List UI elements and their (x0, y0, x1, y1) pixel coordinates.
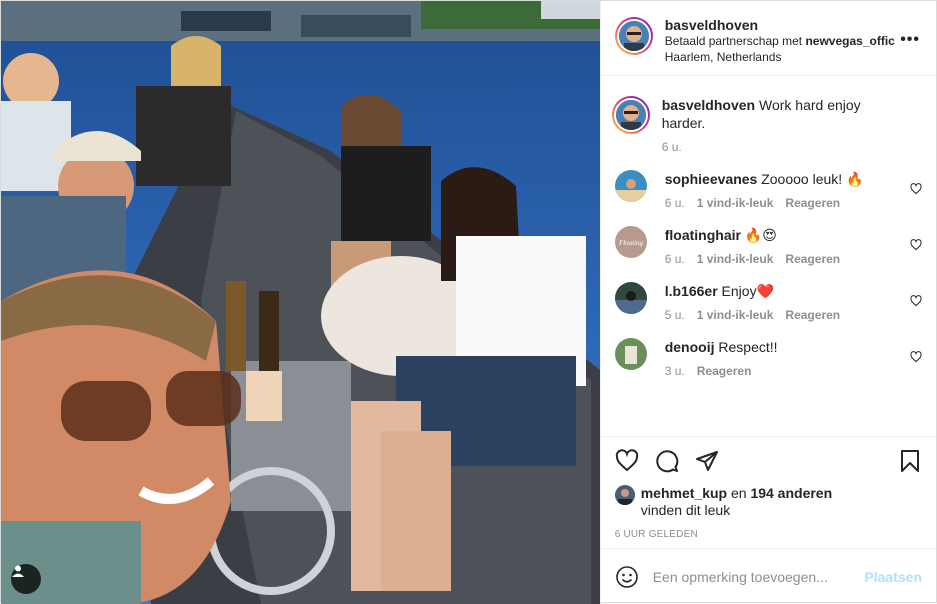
comment-likes[interactable]: 1 vind-ik-leuk (697, 196, 774, 210)
likes-suffix: vinden dit leuk (640, 502, 731, 518)
comment-input[interactable] (652, 568, 865, 585)
comment-time[interactable]: 6 u. (665, 196, 685, 210)
bookmark-icon[interactable] (898, 449, 922, 473)
likes-summary: mehmet_kup en 194 anderen vinden dit leu… (614, 485, 922, 519)
comment-item: sophieevanes Zooooo leuk! 🔥 6 u. 1 vind-… (601, 154, 936, 210)
comment-text: Enjoy❤️ (721, 283, 774, 299)
comment-likes[interactable]: 1 vind-ik-leuk (697, 252, 774, 266)
post-comment-button[interactable]: Plaatsen (864, 569, 922, 585)
reply-button[interactable]: Reageren (785, 252, 840, 266)
reply-button[interactable]: Reageren (785, 196, 840, 210)
commenter-avatar[interactable]: Floating (614, 226, 647, 258)
heart-icon[interactable] (615, 449, 639, 473)
post-actions: mehmet_kup en 194 anderen vinden dit leu… (600, 436, 936, 548)
comment-text: Zooooo leuk! 🔥 (761, 171, 864, 187)
commenter-avatar[interactable] (614, 338, 647, 370)
caption-username[interactable]: basveldhoven (662, 97, 755, 113)
comment-icon[interactable] (655, 449, 679, 473)
caption-avatar[interactable] (611, 96, 650, 134)
photo-illustration (1, 1, 600, 604)
comment-username[interactable]: floatinghair (665, 227, 741, 243)
commenter-avatar[interactable] (614, 282, 647, 314)
author-avatar[interactable] (614, 17, 653, 55)
more-options-button[interactable]: ••• (900, 31, 920, 49)
liker-username[interactable]: mehmet_kup (641, 485, 727, 501)
comment-username[interactable]: l.b166er (665, 283, 718, 299)
comment-item: l.b166er Enjoy❤️ 5 u. 1 vind-ik-leuk Rea… (601, 266, 936, 322)
comment-item: Floating floatinghair 🔥😍 6 u. 1 vind-ik-… (601, 210, 936, 266)
post-side-panel: basveldhoven Betaald partnerschap met ne… (599, 1, 936, 604)
comment-username[interactable]: sophieevanes (665, 171, 758, 187)
comment-like-heart-icon[interactable] (910, 294, 922, 310)
comment-like-heart-icon[interactable] (910, 350, 922, 366)
user-tag-icon[interactable] (11, 564, 41, 594)
comment-time[interactable]: 5 u. (665, 308, 685, 322)
liker-avatar[interactable] (614, 485, 635, 505)
emoji-icon[interactable] (615, 565, 639, 589)
comment-likes[interactable]: 1 vind-ik-leuk (697, 308, 774, 322)
reply-button[interactable]: Reageren (785, 308, 840, 322)
action-icons (615, 447, 922, 475)
paid-partnership-label: Betaald partnerschap met (664, 34, 806, 48)
likes-count[interactable]: 194 anderen (750, 485, 832, 501)
comment-time[interactable]: 6 u. (665, 252, 685, 266)
comment-item: denooij Respect!! 3 u. Reageren (601, 322, 936, 378)
sponsor-link[interactable]: newvegas_offic (805, 34, 894, 48)
share-icon[interactable] (695, 449, 719, 473)
caption-time[interactable]: 6 u. (662, 140, 682, 154)
comments-list[interactable]: basveldhoven Work hard enjoy harder. 6 u… (601, 76, 936, 436)
comment-text: 🔥😍 (744, 227, 777, 243)
caption: basveldhoven Work hard enjoy harder. 6 u… (601, 80, 936, 154)
post-photo[interactable] (1, 1, 600, 604)
likes-conjunction: en (727, 485, 751, 501)
instagram-post: basveldhoven Betaald partnerschap met ne… (0, 0, 937, 604)
comment-time[interactable]: 3 u. (665, 364, 685, 378)
add-comment-bar: Plaatsen (600, 548, 936, 604)
commenter-avatar[interactable] (614, 170, 647, 202)
post-header-meta: basveldhoven Betaald partnerschap met ne… (665, 17, 895, 65)
svg-text:Floating: Floating (618, 239, 644, 247)
author-username[interactable]: basveldhoven (665, 17, 895, 33)
comment-like-heart-icon[interactable] (910, 238, 922, 254)
paid-partnership: Betaald partnerschap met newvegas_offic (665, 33, 895, 49)
post-header: basveldhoven Betaald partnerschap met ne… (600, 1, 936, 76)
comment-text: Respect!! (718, 339, 778, 355)
reply-button[interactable]: Reageren (697, 364, 752, 378)
comment-username[interactable]: denooij (665, 339, 715, 355)
post-timestamp[interactable]: 6 UUR GELEDEN (615, 529, 922, 540)
comment-like-heart-icon[interactable] (910, 182, 922, 198)
post-location[interactable]: Haarlem, Netherlands (665, 49, 895, 65)
